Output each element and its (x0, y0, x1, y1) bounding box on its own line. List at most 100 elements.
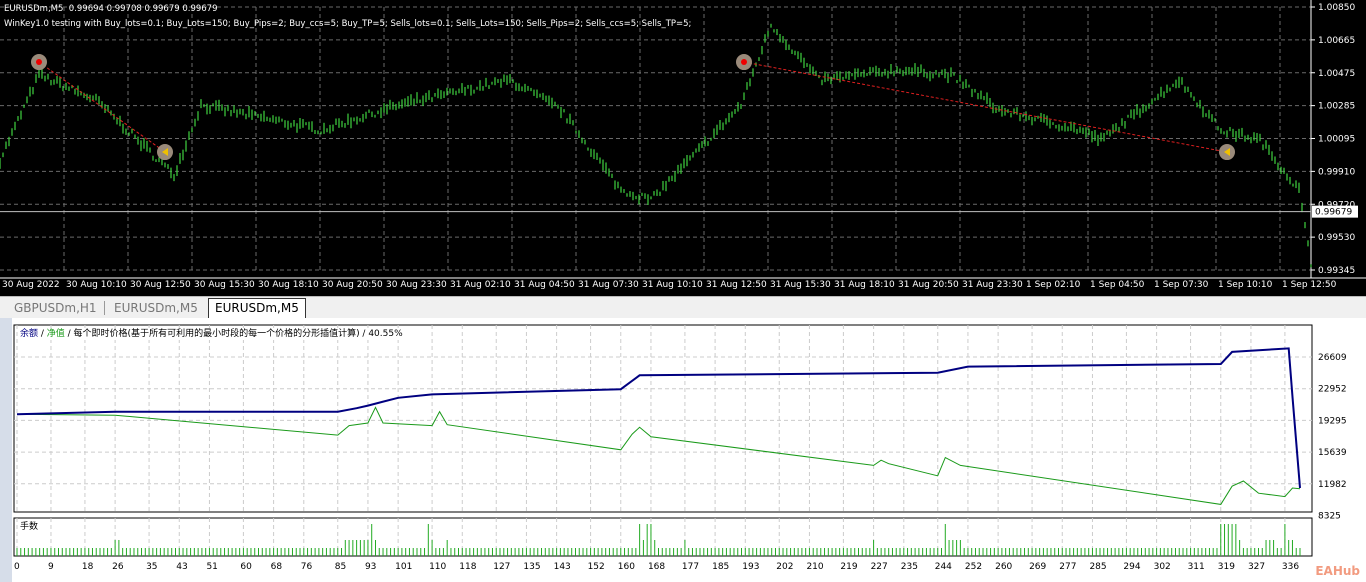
trade-index-label: 135 (523, 562, 540, 572)
time-tick-label: 31 Aug 07:30 (578, 280, 639, 290)
trade-index-label: 185 (712, 562, 729, 572)
tab-gbpusdm-h1[interactable]: GBPUSDm,H1 (8, 299, 103, 317)
time-tick-label: 30 Aug 20:50 (322, 280, 383, 290)
trade-index-label: 60 (240, 562, 252, 572)
trade-index-label: 294 (1123, 562, 1140, 572)
legend-description: / 每个即时价格(基于所有可利用的最小时段的每一个价格的分形插值计算) / 40… (64, 329, 403, 339)
trade-line (743, 61, 1228, 153)
volume-label: 手数 (18, 521, 41, 533)
trade-index-label: 235 (901, 562, 918, 572)
equity-tick-label: 22952 (1318, 385, 1347, 395)
trade-index-label: 252 (965, 562, 982, 572)
trade-index-label: 202 (776, 562, 793, 572)
price-tick-label: 1.00665 (1318, 36, 1355, 46)
trade-index-label: 327 (1248, 562, 1265, 572)
price-tick-label: 0.99910 (1318, 167, 1355, 177)
trade-index-label: 68 (271, 562, 283, 572)
equity-tick-label: 19295 (1318, 416, 1347, 426)
trade-index-label: 127 (493, 562, 510, 572)
trade-index-label: 152 (588, 562, 605, 572)
legend-sep: / (38, 329, 47, 339)
time-tick-label: 31 Aug 23:30 (962, 280, 1023, 290)
trade-index-label: 118 (459, 562, 476, 572)
price-chart[interactable]: 1.00850 1.00665 1.00475 1.00285 1.00095 0.999… (0, 0, 1366, 296)
time-tick-label: 1 Sep 07:30 (1154, 280, 1209, 290)
tester-graph-panel: 26609 22952 19295 15639 11982 8325 0 9 18 26 35 43 5… (0, 318, 1366, 582)
trade-index-label: 227 (871, 562, 888, 572)
trade-index-label: 85 (335, 562, 346, 572)
current-price-label: 0.99679 (1315, 208, 1352, 218)
trade-index-label: 143 (554, 562, 571, 572)
price-tick-label: 1.00285 (1318, 102, 1355, 112)
time-tick-label: 31 Aug 02:10 (450, 280, 511, 290)
trade-open-dot-icon (36, 59, 42, 66)
price-chart-canvas: 1.00850 1.00665 1.00475 1.00285 1.00095 0.999… (0, 0, 1366, 290)
legend-equity: 净值 (46, 329, 65, 339)
trade-index-label: 244 (935, 562, 952, 572)
trade-index-label: 193 (742, 562, 759, 572)
equity-tick-label: 15639 (1318, 448, 1347, 458)
trade-index-label: 110 (429, 562, 446, 572)
time-tick-label: 30 Aug 23:30 (386, 280, 447, 290)
chart-tabs: GBPUSDm,H1 EURUSDm,M5 EURUSDm,M5 (0, 296, 1366, 319)
equity-frame (13, 324, 1313, 513)
time-tick-label: 31 Aug 04:50 (514, 280, 575, 290)
time-tick-label: 31 Aug 10:10 (642, 280, 703, 290)
trade-index-label: 76 (301, 562, 313, 572)
time-tick-label: 30 Aug 15:30 (194, 280, 255, 290)
time-tick-label: 31 Aug 12:50 (706, 280, 767, 290)
trade-index-label: 210 (806, 562, 823, 572)
trade-index-label: 101 (395, 562, 412, 572)
equity-tick-label: 11982 (1318, 480, 1347, 490)
time-tick-label: 30 Aug 2022 (2, 280, 60, 290)
volume-frame (13, 517, 1313, 557)
trade-index-label: 336 (1282, 562, 1299, 572)
trade-index-label: 177 (682, 562, 699, 572)
trade-index-label: 18 (82, 562, 94, 572)
trade-index-label: 51 (206, 562, 217, 572)
trade-index-label: 277 (1059, 562, 1076, 572)
time-tick-label: 1 Sep 02:10 (1026, 280, 1081, 290)
trade-index-label: 269 (1029, 562, 1046, 572)
tab-eurusdm-m5-active[interactable]: EURUSDm,M5 (208, 298, 306, 319)
trade-open-dot-icon (741, 59, 747, 66)
trade-index-label: 311 (1188, 562, 1205, 572)
price-tick-label: 1.00850 (1318, 3, 1355, 13)
time-tick-label: 31 Aug 18:10 (834, 280, 895, 290)
trade-index-label: 302 (1154, 562, 1171, 572)
trade-index-label: 0 (14, 562, 20, 572)
time-tick-label: 30 Aug 18:10 (258, 280, 319, 290)
time-tick-label: 30 Aug 10:10 (66, 280, 127, 290)
trade-index-label: 219 (840, 562, 857, 572)
trade-index-label: 168 (648, 562, 665, 572)
price-tick-label: 1.00475 (1318, 69, 1355, 79)
symbol-info: EURUSDm,M5 0.99694 0.99708 0.99679 0.996… (4, 4, 218, 14)
legend-balance: 余额 (20, 329, 39, 339)
time-tick-label: 1 Sep 12:50 (1282, 280, 1337, 290)
trade-index-label: 93 (365, 562, 376, 572)
price-tick-label: 1.00095 (1318, 135, 1355, 145)
time-tick-label: 31 Aug 20:50 (898, 280, 959, 290)
price-tick-label: 0.99345 (1318, 266, 1355, 276)
price-tick-label: 0.99530 (1318, 233, 1355, 243)
trade-index-label: 285 (1089, 562, 1106, 572)
trade-index-label: 319 (1218, 562, 1235, 572)
time-tick-label: 30 Aug 12:50 (130, 280, 191, 290)
equity-tick-label: 26609 (1318, 353, 1347, 363)
trade-index-label: 26 (112, 562, 124, 572)
trade-index-label: 160 (618, 562, 635, 572)
eahub-watermark: EAHub (1315, 564, 1360, 578)
tab-divider (104, 301, 105, 315)
ea-parameters: WinKey1.0 testing with Buy_lots=0.1; Buy… (4, 19, 692, 29)
tester-graph-canvas: 26609 22952 19295 15639 11982 8325 0 9 18 26 35 43 5… (13, 324, 1347, 572)
trade-index-label: 9 (48, 562, 54, 572)
trade-index-label: 260 (995, 562, 1012, 572)
equity-tick-label: 8325 (1318, 512, 1341, 522)
time-tick-label: 1 Sep 04:50 (1090, 280, 1145, 290)
trade-index-label: 43 (176, 562, 187, 572)
time-tick-label: 1 Sep 10:10 (1218, 280, 1273, 290)
tab-eurusdm-m5[interactable]: EURUSDm,M5 (108, 299, 204, 317)
graph-legend: 余额 / 净值 / 每个即时价格(基于所有可利用的最小时段的每一个价格的分形插值… (18, 328, 405, 340)
time-tick-label: 31 Aug 15:30 (770, 280, 831, 290)
trade-index-label: 35 (146, 562, 157, 572)
